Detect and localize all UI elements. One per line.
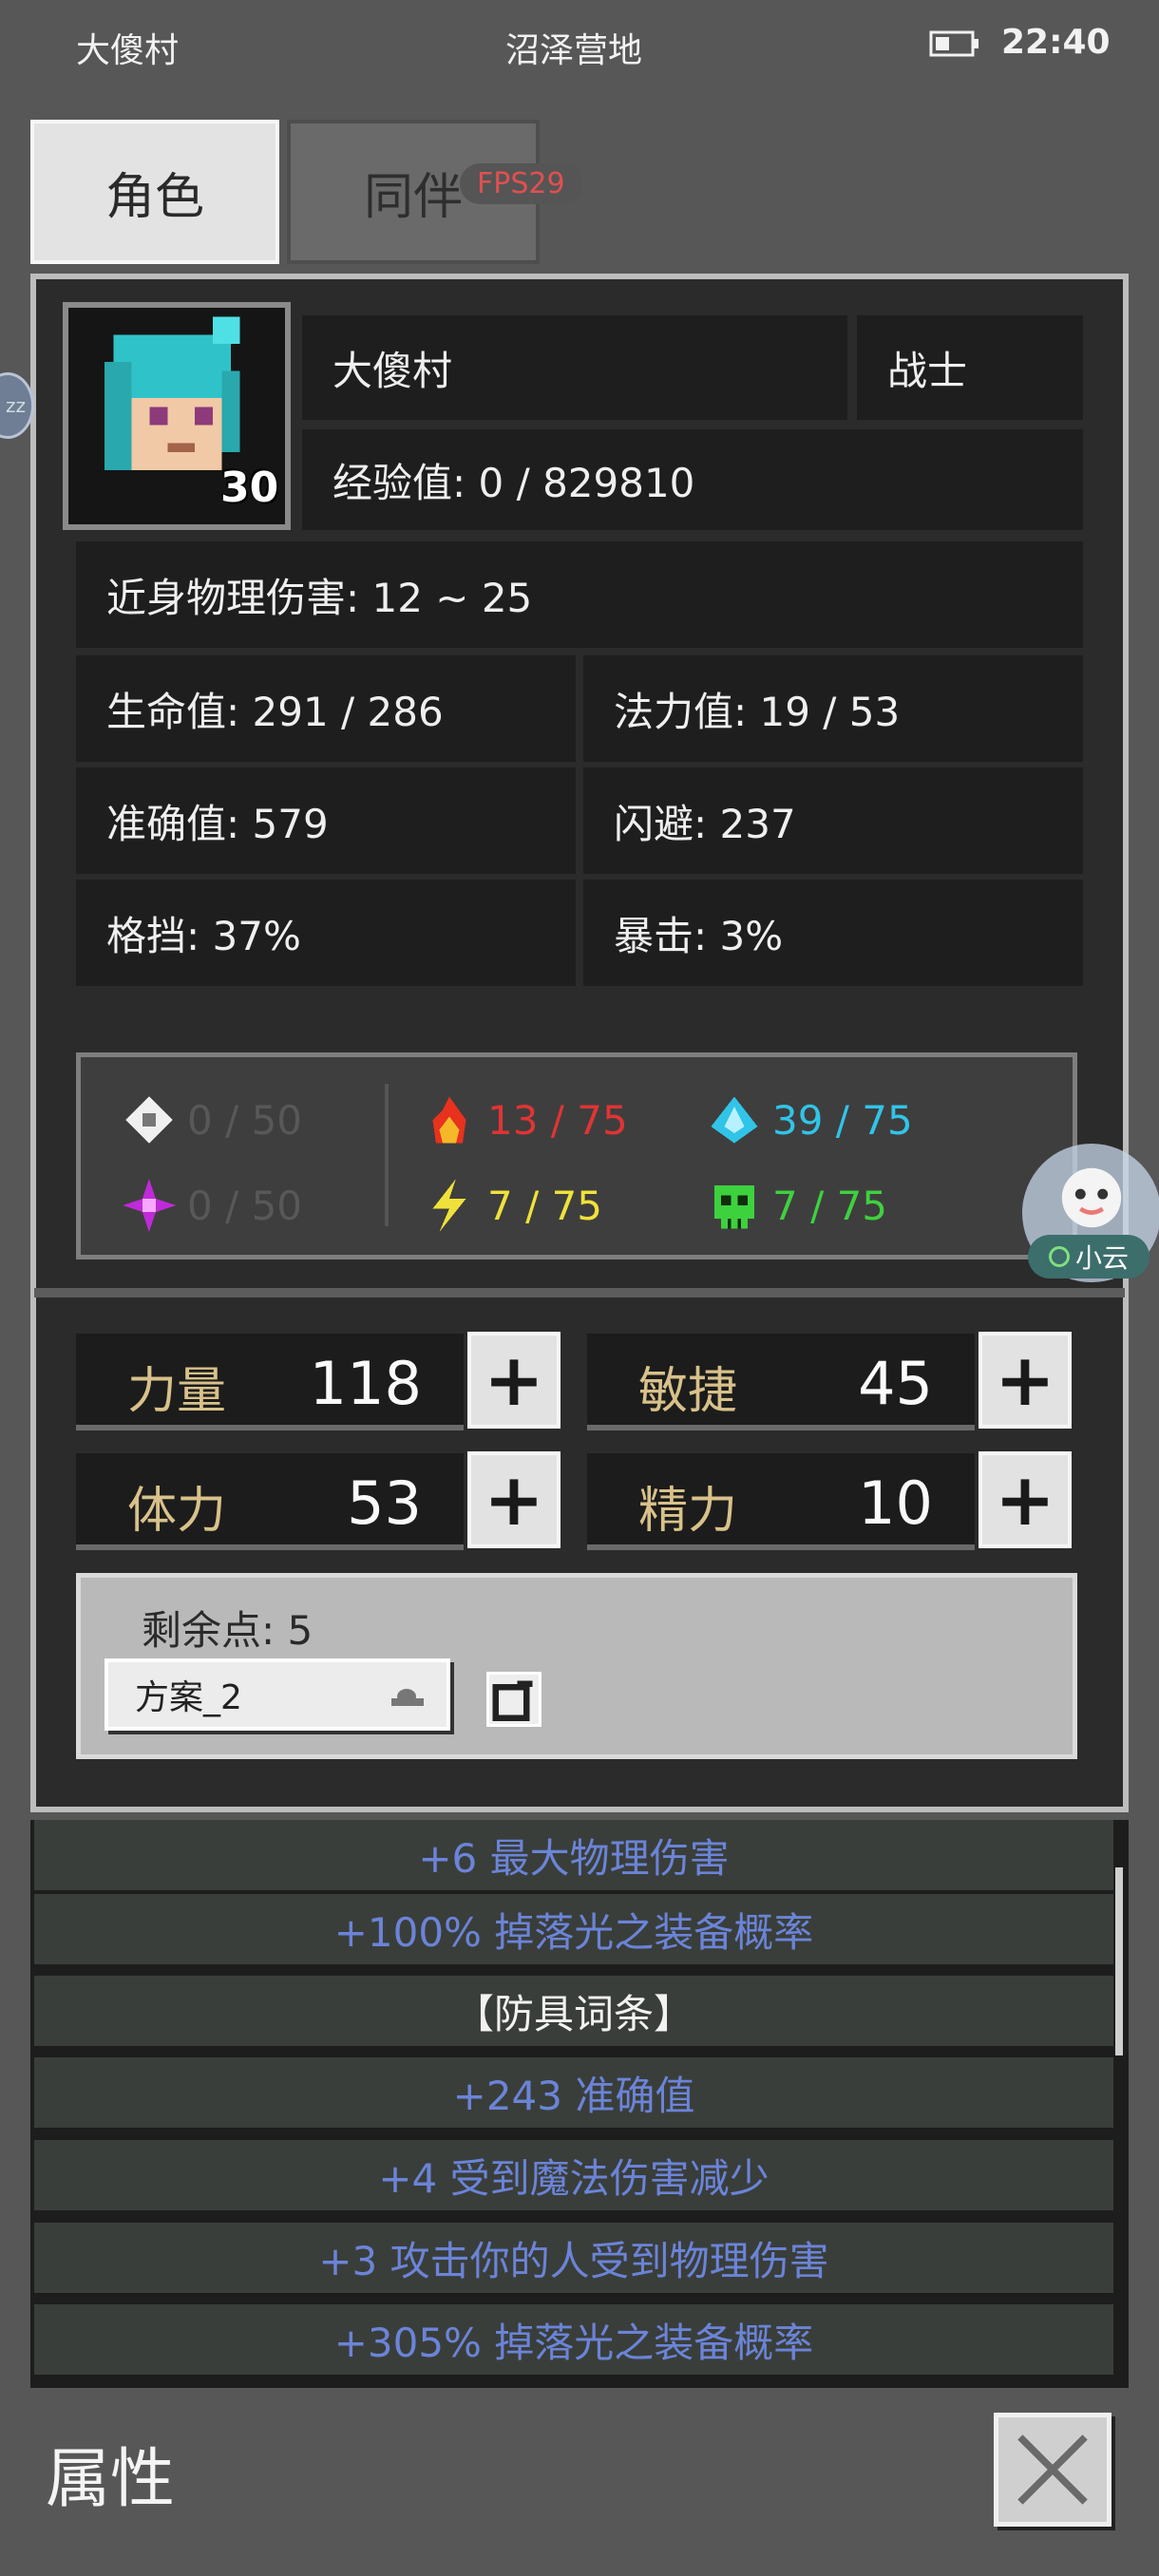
attribute-energy: 精力 10 bbox=[587, 1453, 975, 1550]
melee-damage: 近身物理伤害: 12 ~ 25 bbox=[76, 541, 1083, 648]
hero-class: 战士 bbox=[857, 315, 1083, 420]
affix-text: +3 攻击你的人受到物理伤害 bbox=[318, 2237, 829, 2284]
remaining-points: 剩余点: 5 bbox=[142, 1607, 314, 1654]
status-left-label: 大傻村 bbox=[76, 31, 180, 70]
poison-resist-value: 7 / 75 bbox=[772, 1182, 888, 1229]
hp-value: 生命值: 291 / 286 bbox=[76, 655, 576, 762]
physical-resist: 0 / 50 bbox=[123, 1093, 302, 1146]
status-location: 沼泽营地 bbox=[505, 31, 643, 70]
dodge-value: 闪避: 237 bbox=[583, 767, 1083, 874]
ice-resist: 39 / 75 bbox=[708, 1093, 913, 1146]
fire-icon bbox=[432, 1096, 466, 1144]
mp-value: 法力值: 19 / 53 bbox=[583, 655, 1083, 762]
arcane-resist: 0 / 50 bbox=[123, 1179, 302, 1232]
energy-label: 精力 bbox=[638, 1483, 738, 1540]
plus-icon: + bbox=[484, 1337, 544, 1422]
hero-name: 大傻村 bbox=[302, 315, 847, 420]
sleep-label: zz bbox=[6, 394, 26, 417]
attribute-stamina: 体力 53 bbox=[76, 1453, 464, 1550]
page-title: 属性 bbox=[46, 2442, 176, 2517]
attribute-strength: 力量 118 bbox=[76, 1334, 464, 1430]
plus-icon: + bbox=[484, 1457, 544, 1542]
panel-divider bbox=[34, 1288, 1125, 1297]
stamina-value: 53 bbox=[347, 1468, 422, 1538]
edit-icon bbox=[492, 1680, 533, 1721]
resistance-panel: 0 / 50 13 / 75 39 / 75 0 / 50 7 / 75 7 /… bbox=[76, 1052, 1077, 1260]
edit-plan-button[interactable] bbox=[486, 1672, 542, 1727]
plan-selector[interactable]: 方案_2 bbox=[104, 1658, 450, 1731]
close-icon bbox=[1017, 2434, 1088, 2505]
poison-resist: 7 / 75 bbox=[708, 1179, 887, 1232]
physical-resist-icon bbox=[125, 1096, 173, 1144]
strength-label: 力量 bbox=[127, 1363, 227, 1420]
assistant-badge[interactable]: 小云 bbox=[1028, 1235, 1150, 1279]
plan-name: 方案_2 bbox=[135, 1678, 242, 1717]
list-item: +305% 掉落光之装备概率 bbox=[34, 2304, 1113, 2378]
plus-icon: + bbox=[995, 1457, 1055, 1542]
fire-resist-value: 13 / 75 bbox=[487, 1096, 628, 1144]
poison-skull-icon bbox=[714, 1185, 754, 1229]
affix-header: 【防具词条】 bbox=[453, 1990, 694, 2037]
ice-resist-value: 39 / 75 bbox=[772, 1096, 913, 1144]
battery-icon bbox=[929, 30, 978, 57]
agility-value: 45 bbox=[858, 1349, 933, 1418]
affix-text: +305% 掉落光之装备概率 bbox=[333, 2319, 814, 2366]
status-bar: 大傻村 沼泽营地 22:40 bbox=[0, 0, 1159, 95]
status-time: 22:40 bbox=[1001, 23, 1111, 62]
arcane-resist-value: 0 / 50 bbox=[187, 1182, 303, 1229]
strength-value: 118 bbox=[309, 1349, 422, 1418]
plus-icon: + bbox=[995, 1337, 1055, 1422]
close-button[interactable] bbox=[994, 2413, 1112, 2527]
lightning-resist: 7 / 75 bbox=[423, 1179, 602, 1232]
tab-companion-label: 同伴 bbox=[363, 168, 463, 226]
level-badge: 30 bbox=[220, 464, 279, 512]
assistant-icon bbox=[1061, 1167, 1122, 1228]
stamina-plus-button[interactable]: + bbox=[467, 1451, 560, 1548]
list-item: +243 准确值 bbox=[34, 2057, 1113, 2131]
energy-value: 10 bbox=[858, 1468, 933, 1538]
lightning-icon bbox=[432, 1179, 466, 1232]
attribute-agility: 敏捷 45 bbox=[587, 1334, 975, 1430]
stamina-label: 体力 bbox=[127, 1483, 227, 1540]
list-item: +4 受到魔法伤害减少 bbox=[34, 2140, 1113, 2214]
fire-resist: 13 / 75 bbox=[423, 1093, 628, 1146]
agility-plus-button[interactable]: + bbox=[978, 1332, 1072, 1429]
fps-counter: FPS29 bbox=[460, 163, 582, 204]
list-item: +6 最大物理伤害 bbox=[34, 1820, 1113, 1894]
tab-character-label: 角色 bbox=[104, 168, 204, 226]
list-item: +100% 掉落光之装备概率 bbox=[34, 1894, 1113, 1968]
affix-text: +4 受到魔法伤害减少 bbox=[378, 2154, 770, 2202]
ice-icon bbox=[711, 1096, 758, 1144]
online-dot-icon bbox=[1048, 1246, 1070, 1267]
list-item: +3 攻击你的人受到物理伤害 bbox=[34, 2223, 1113, 2297]
energy-plus-button[interactable]: + bbox=[978, 1451, 1072, 1548]
affix-text: +6 最大物理伤害 bbox=[418, 1834, 730, 1882]
list-item: 【防具词条】 bbox=[34, 1976, 1113, 2050]
block-value: 格挡: 37% bbox=[76, 880, 576, 986]
exp-value: 经验值: 0 / 829810 bbox=[302, 429, 1083, 530]
agility-label: 敏捷 bbox=[638, 1363, 738, 1420]
strength-plus-button[interactable]: + bbox=[467, 1332, 560, 1429]
list-scrollbar[interactable] bbox=[1115, 1867, 1123, 2055]
crit-value: 暴击: 3% bbox=[583, 880, 1083, 986]
lightning-resist-value: 7 / 75 bbox=[487, 1182, 603, 1229]
sleep-float-button[interactable]: zz bbox=[0, 372, 34, 439]
affix-text: +243 准确值 bbox=[452, 2072, 695, 2119]
cloud-icon bbox=[391, 1689, 424, 1706]
tab-character[interactable]: 角色 bbox=[30, 120, 279, 264]
assistant-label: 小云 bbox=[1074, 1242, 1129, 1274]
accuracy-value: 准确值: 579 bbox=[76, 767, 576, 874]
resistance-divider bbox=[385, 1084, 389, 1226]
affix-text: +100% 掉落光之装备概率 bbox=[333, 1908, 814, 1956]
physical-resist-value: 0 / 50 bbox=[187, 1096, 303, 1144]
arcane-icon bbox=[123, 1179, 176, 1232]
affix-list[interactable]: +6 最大物理伤害 +100% 掉落光之装备概率 【防具词条】 +243 准确值… bbox=[30, 1820, 1129, 2388]
